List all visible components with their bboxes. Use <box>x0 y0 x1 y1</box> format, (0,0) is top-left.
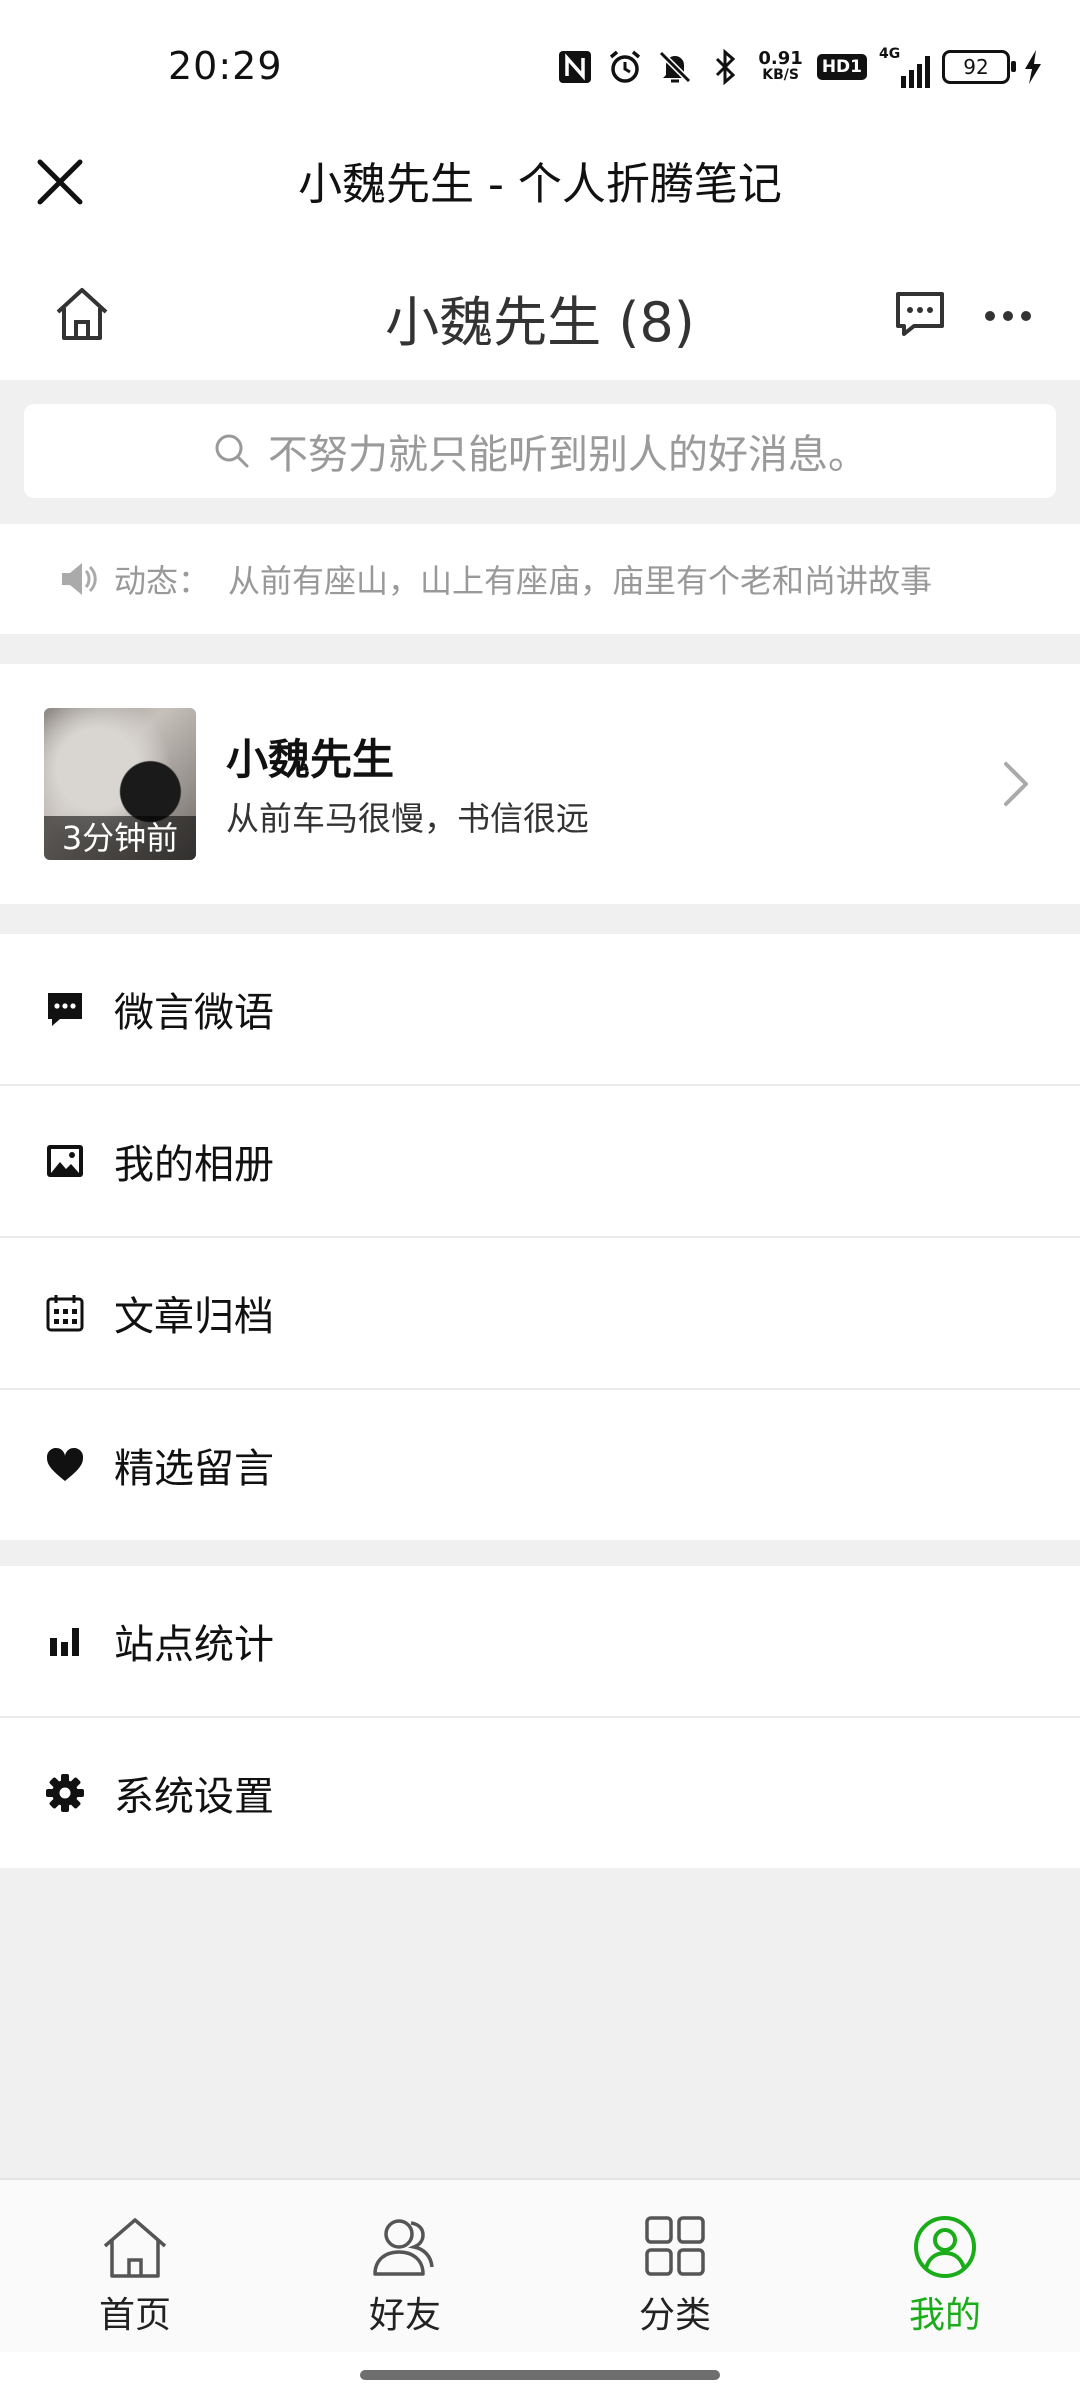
search-icon <box>215 434 249 468</box>
search-input[interactable]: 不努力就只能听到别人的好消息。 <box>24 404 1056 498</box>
grid-icon <box>645 2216 705 2276</box>
battery-level: 92 <box>963 55 989 79</box>
menu-label: 微言微语 <box>114 990 274 1036</box>
menu-label: 文章归档 <box>114 1294 274 1340</box>
nav-label: 好友 <box>368 2295 441 2336</box>
notice-bar[interactable]: 动态： 从前有座山，山上有座庙，庙里有个老和尚讲故事 <box>0 524 1080 634</box>
menu-item-album[interactable]: 我的相册 <box>0 1084 1080 1236</box>
bottom-nav: 首页 好友 分类 我的 <box>0 2178 1080 2354</box>
friends-icon <box>373 2219 434 2276</box>
nav-label: 首页 <box>98 2295 171 2336</box>
network-speed: 0.91 KB/S <box>758 48 803 84</box>
search-area: 不努力就只能听到别人的好消息。 <box>0 380 1080 524</box>
avatar[interactable]: 3分钟前 <box>44 708 196 860</box>
home-icon <box>103 2218 167 2278</box>
status-bar: 20:29 0.91 KB/S HD1 4G 92 <box>0 0 1080 130</box>
menu-item-stats[interactable]: 站点统计 <box>0 1566 1080 1716</box>
heart-icon <box>46 1447 84 1481</box>
speed-value: 0.91 <box>758 48 803 69</box>
nav-label: 我的 <box>908 2295 981 2336</box>
status-icons: 0.91 KB/S HD1 4G 92 <box>556 46 1044 88</box>
menu-group-main: 微言微语 我的相册 文章归档 精选留言 <box>0 934 1080 1540</box>
header: 小魏先生 (8) <box>0 250 1080 380</box>
avatar-time: 3分钟前 <box>44 816 196 860</box>
nav-item-category[interactable]: 分类 <box>540 2180 810 2354</box>
profile-name: 小魏先生 <box>226 735 395 784</box>
hd-badge: HD1 <box>816 54 867 80</box>
gear-icon <box>46 1774 84 1812</box>
nav-item-friends[interactable]: 好友 <box>270 2180 540 2354</box>
speaker-icon <box>62 563 97 595</box>
menu-item-weiyan[interactable]: 微言微语 <box>0 934 1080 1084</box>
menu-label: 系统设置 <box>114 1774 274 1820</box>
page-title: 小魏先生 - 个人折腾笔记 <box>298 159 782 210</box>
bluetooth-icon <box>716 48 736 86</box>
signal-icon: 4G <box>879 46 930 88</box>
speed-unit: KB/S <box>762 67 799 83</box>
more-icon[interactable] <box>980 288 1036 344</box>
notice-text: 从前有座山，山上有座庙，庙里有个老和尚讲故事 <box>228 562 933 600</box>
mute-icon <box>659 50 692 84</box>
menu-label: 站点统计 <box>114 1622 274 1668</box>
menu-label: 精选留言 <box>114 1446 274 1492</box>
nav-item-mine[interactable]: 我的 <box>810 2180 1080 2354</box>
image-icon <box>47 1145 83 1177</box>
menu-item-archive[interactable]: 文章归档 <box>0 1236 1080 1388</box>
message-icon[interactable] <box>892 286 948 342</box>
alarm-icon <box>610 50 641 83</box>
charging-icon <box>1025 50 1041 84</box>
bar-chart-icon <box>50 1628 79 1656</box>
search-placeholder: 不努力就只能听到别人的好消息。 <box>268 432 868 478</box>
profile-signature: 从前车马很慢，书信很远 <box>226 799 589 838</box>
battery-icon: 92 <box>942 50 1016 84</box>
menu-label: 我的相册 <box>114 1142 274 1188</box>
network-type: 4G <box>879 46 901 62</box>
chat-icon <box>48 993 82 1026</box>
notice-label: 动态： <box>114 562 211 600</box>
nav-item-home[interactable]: 首页 <box>0 2180 270 2354</box>
menu-item-comments[interactable]: 精选留言 <box>0 1388 1080 1540</box>
menu-group-system: 站点统计 系统设置 <box>0 1566 1080 1868</box>
status-time: 20:29 <box>168 44 283 88</box>
calendar-icon <box>46 1295 84 1332</box>
user-icon <box>914 2216 976 2278</box>
home-indicator[interactable] <box>360 2370 720 2380</box>
nav-label: 分类 <box>638 2295 711 2336</box>
menu-item-settings[interactable]: 系统设置 <box>0 1716 1080 1868</box>
title-bar: 小魏先生 - 个人折腾笔记 <box>0 130 1080 250</box>
nfc-icon <box>559 51 592 83</box>
chevron-right-icon <box>1004 762 1028 806</box>
profile-card[interactable]: 3分钟前 小魏先生 从前车马很慢，书信很远 <box>0 664 1080 904</box>
